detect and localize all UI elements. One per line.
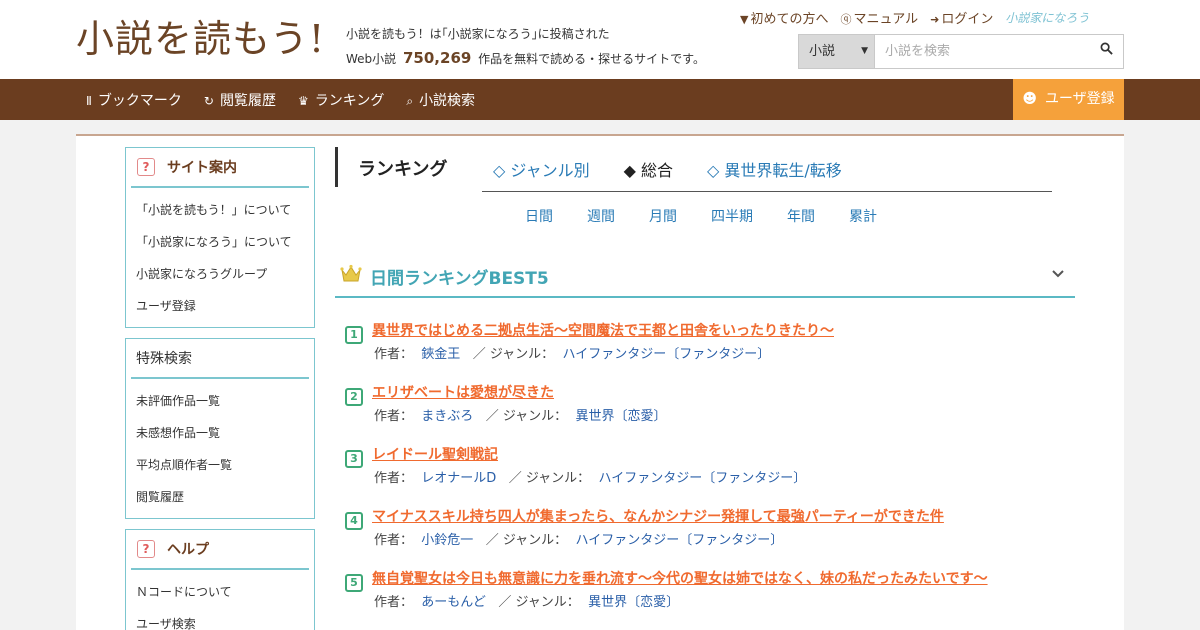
sidebar-item-about-narou[interactable]: 「小説家になろう」について [126, 226, 314, 258]
nav-ranking[interactable]: ♛ ランキング [298, 90, 384, 110]
special-search-title: 特殊検索 [131, 339, 309, 379]
search-icon [1100, 42, 1113, 55]
rank-5-badge: 5 [345, 574, 363, 592]
novel-title-link[interactable]: 異世界ではじめる二拠点生活～空間魔法で王都と田舎をいったりきたり～ [372, 320, 834, 342]
help-box: ? ヘルプ Ｎコードについて ユーザ検索 [125, 529, 315, 630]
special-search-box: 特殊検索 未評価作品一覧 未感想作品一覧 平均点順作者一覧 閲覧履歴 [125, 338, 315, 519]
history-icon: ↻ [203, 93, 214, 108]
tab-overall[interactable]: ◆ 総合 [624, 157, 673, 181]
genre-link[interactable]: 異世界〔恋愛〕 [575, 409, 666, 424]
novel-meta: 作者： 小鈴危一 ／ ジャンル： ハイファンタジー〔ファンタジー〕 [374, 533, 784, 548]
novel-meta: 作者： まきぶろ ／ ジャンル： 異世界〔恋愛〕 [374, 409, 667, 424]
ranking-header: ランキング ◇ ジャンル別 ◆ 総合 ◇ 異世界転生/転移 [335, 147, 1075, 189]
tab-genre[interactable]: ◇ ジャンル別 [493, 157, 590, 181]
site-guide-box: ? サイト案内 「小説を読もう！」について 「小説家になろう」について 小説家にな… [125, 147, 315, 328]
period-yearly[interactable]: 年間 [787, 206, 815, 226]
novel-title-link[interactable]: レイドール聖剣戦記 [372, 444, 498, 466]
help-circle-icon: ⓠ [840, 13, 852, 26]
search-button[interactable] [1089, 35, 1123, 68]
tagline-pre: Web小説 [346, 52, 397, 66]
ranking-item: 1 異世界ではじめる二拠点生活～空間魔法で王都と田舎をいったりきたり～ 作者： … [345, 320, 1085, 370]
period-total[interactable]: 累計 [849, 206, 877, 226]
tab-isekai[interactable]: ◇ 異世界転生/転移 [707, 157, 842, 181]
author-link[interactable]: まきぶろ [421, 409, 473, 424]
period-weekly[interactable]: 週間 [587, 206, 615, 226]
sidebar-item-narou-group[interactable]: 小説家になろうグループ [126, 258, 314, 290]
login-icon: ➜ [930, 13, 940, 26]
tab-divider [482, 191, 1052, 192]
search-input[interactable]: 小説を検索 [875, 35, 1089, 68]
period-links: 日間 週間 月間 四半期 年間 累計 [0, 206, 1200, 226]
ranking-item: 5 無自覚聖女は今日も無意識に力を垂れ流す〜今代の聖女は姉ではなく、妹の私だった… [345, 568, 1085, 618]
novel-title-link[interactable]: 無自覚聖女は今日も無意識に力を垂れ流す〜今代の聖女は姉ではなく、妹の私だったみた… [372, 568, 988, 590]
novel-title-link[interactable]: マイナススキル持ち四人が集まったら、なんかシナジー発揮して最強パーティーができた… [372, 506, 944, 528]
author-link[interactable]: あーもんど [421, 595, 486, 610]
genre-link[interactable]: ハイファンタジー〔ファンタジー〕 [598, 471, 806, 486]
tagline-line2: Web小説 750,269 作品を無料で読める・探せるサイトです。 [346, 46, 705, 71]
novel-meta: 作者： あーもんど ／ ジャンル： 異世界〔恋愛〕 [374, 595, 680, 610]
section-title: 日間ランキングBEST5 [370, 269, 549, 289]
crown-icon: ♛ [297, 93, 309, 108]
search-icon: ⌕ [406, 93, 414, 108]
question-icon: ? [137, 158, 155, 176]
rank-3-badge: 3 [345, 450, 363, 468]
daily-best-header[interactable]: 日間ランキングBEST5 [335, 256, 1075, 298]
sidebar-item-history[interactable]: 閲覧履歴 [126, 481, 314, 513]
author-link[interactable]: 小鈴危一 [421, 533, 473, 548]
site-logo[interactable]: 小説を読もう! [76, 14, 325, 64]
sidebar-item-no-impressions[interactable]: 未感想作品一覧 [126, 417, 314, 449]
rank-1-badge: 1 [345, 326, 363, 344]
sidebar-item-user-search[interactable]: ユーザ検索 [126, 608, 314, 630]
site-guide-title: ? サイト案内 [131, 148, 309, 188]
novel-meta: 作者： レオナールD ／ ジャンル： ハイファンタジー〔ファンタジー〕 [374, 471, 807, 486]
ranking-item: 4 マイナススキル持ち四人が集まったら、なんかシナジー発揮して最強パーティーがで… [345, 506, 1085, 556]
rank-2-badge: 2 [345, 388, 363, 406]
author-link[interactable]: 鋏金王 [421, 347, 460, 362]
sidebar-item-avg-authors[interactable]: 平均点順作者一覧 [126, 449, 314, 481]
sidebar-item-unrated[interactable]: 未評価作品一覧 [126, 385, 314, 417]
nav-history[interactable]: ↻ 閲覧履歴 [204, 90, 276, 110]
nav-search[interactable]: ⌕ 小説検索 [406, 90, 475, 110]
book-icon: ▼ [740, 13, 749, 26]
help-title: ? ヘルプ [131, 530, 309, 570]
period-monthly[interactable]: 月間 [649, 206, 677, 226]
bookmark-icon: Ⅱ [86, 93, 92, 108]
genre-link[interactable]: ハイファンタジー〔ファンタジー〕 [562, 347, 770, 362]
period-daily[interactable]: 日間 [525, 206, 553, 226]
ranking-item: 2 エリザベートは愛想が尽きた 作者： まきぶろ ／ ジャンル： 異世界〔恋愛〕 [345, 382, 1085, 432]
rank-4-badge: 4 [345, 512, 363, 530]
caret-down-icon: ▼ [861, 46, 868, 56]
top-links: ▼ 初めての方へ ⓠ マニュアル ➜ ログイン 小説家になろう [740, 8, 1089, 27]
site-tagline: 小説を読もう！は｢小説家になろう｣に投稿された Web小説 750,269 作品… [346, 22, 705, 71]
beginners-link[interactable]: ▼ 初めての方へ [740, 8, 828, 27]
novel-title-link[interactable]: エリザベートは愛想が尽きた [372, 382, 554, 404]
chevron-down-icon[interactable] [1051, 266, 1065, 280]
question-icon: ? [137, 540, 155, 558]
sidebar-item-ncode[interactable]: Ｎコードについて [126, 576, 314, 608]
user-register-button[interactable]: ☻ ユーザ登録 [1013, 79, 1124, 120]
period-quarterly[interactable]: 四半期 [711, 206, 753, 226]
user-icon: ☻ [1022, 91, 1037, 107]
crown-icon [340, 264, 362, 282]
genre-link[interactable]: ハイファンタジー〔ファンタジー〕 [575, 533, 783, 548]
ranking-item: 3 レイドール聖剣戦記 作者： レオナールD ／ ジャンル： ハイファンタジー〔… [345, 444, 1085, 494]
page-title: ランキング [358, 159, 448, 180]
main-nav: Ⅱ ブックマーク ↻ 閲覧履歴 ♛ ランキング ⌕ 小説検索 ☻ ユーザ登録 [0, 79, 1200, 120]
genre-link[interactable]: 異世界〔恋愛〕 [588, 595, 679, 610]
title-bar [335, 147, 338, 187]
tagline-line1: 小説を読もう！は｢小説家になろう｣に投稿された [346, 27, 610, 41]
manual-link[interactable]: ⓠ マニュアル [840, 8, 918, 27]
novel-meta: 作者： 鋏金王 ／ ジャンル： ハイファンタジー〔ファンタジー〕 [374, 347, 771, 362]
narou-brand-link[interactable]: 小説家になろう [1005, 9, 1089, 26]
nav-bookmark[interactable]: Ⅱ ブックマーク [86, 90, 182, 110]
sidebar-item-register[interactable]: ユーザ登録 [126, 290, 314, 322]
search-bar: 小説 ▼ 小説を検索 [798, 34, 1124, 69]
ranking-tabs: ◇ ジャンル別 ◆ 総合 ◇ 異世界転生/転移 [493, 157, 842, 181]
work-count: 750,269 [403, 49, 472, 67]
search-type-select[interactable]: 小説 ▼ [799, 35, 875, 68]
login-link[interactable]: ➜ ログイン [930, 8, 993, 27]
tagline-post: 作品を無料で読める・探せるサイトです。 [478, 52, 705, 66]
site-header: 小説を読もう! 小説を読もう！は｢小説家になろう｣に投稿された Web小説 75… [0, 0, 1200, 79]
author-link[interactable]: レオナールD [421, 471, 496, 486]
